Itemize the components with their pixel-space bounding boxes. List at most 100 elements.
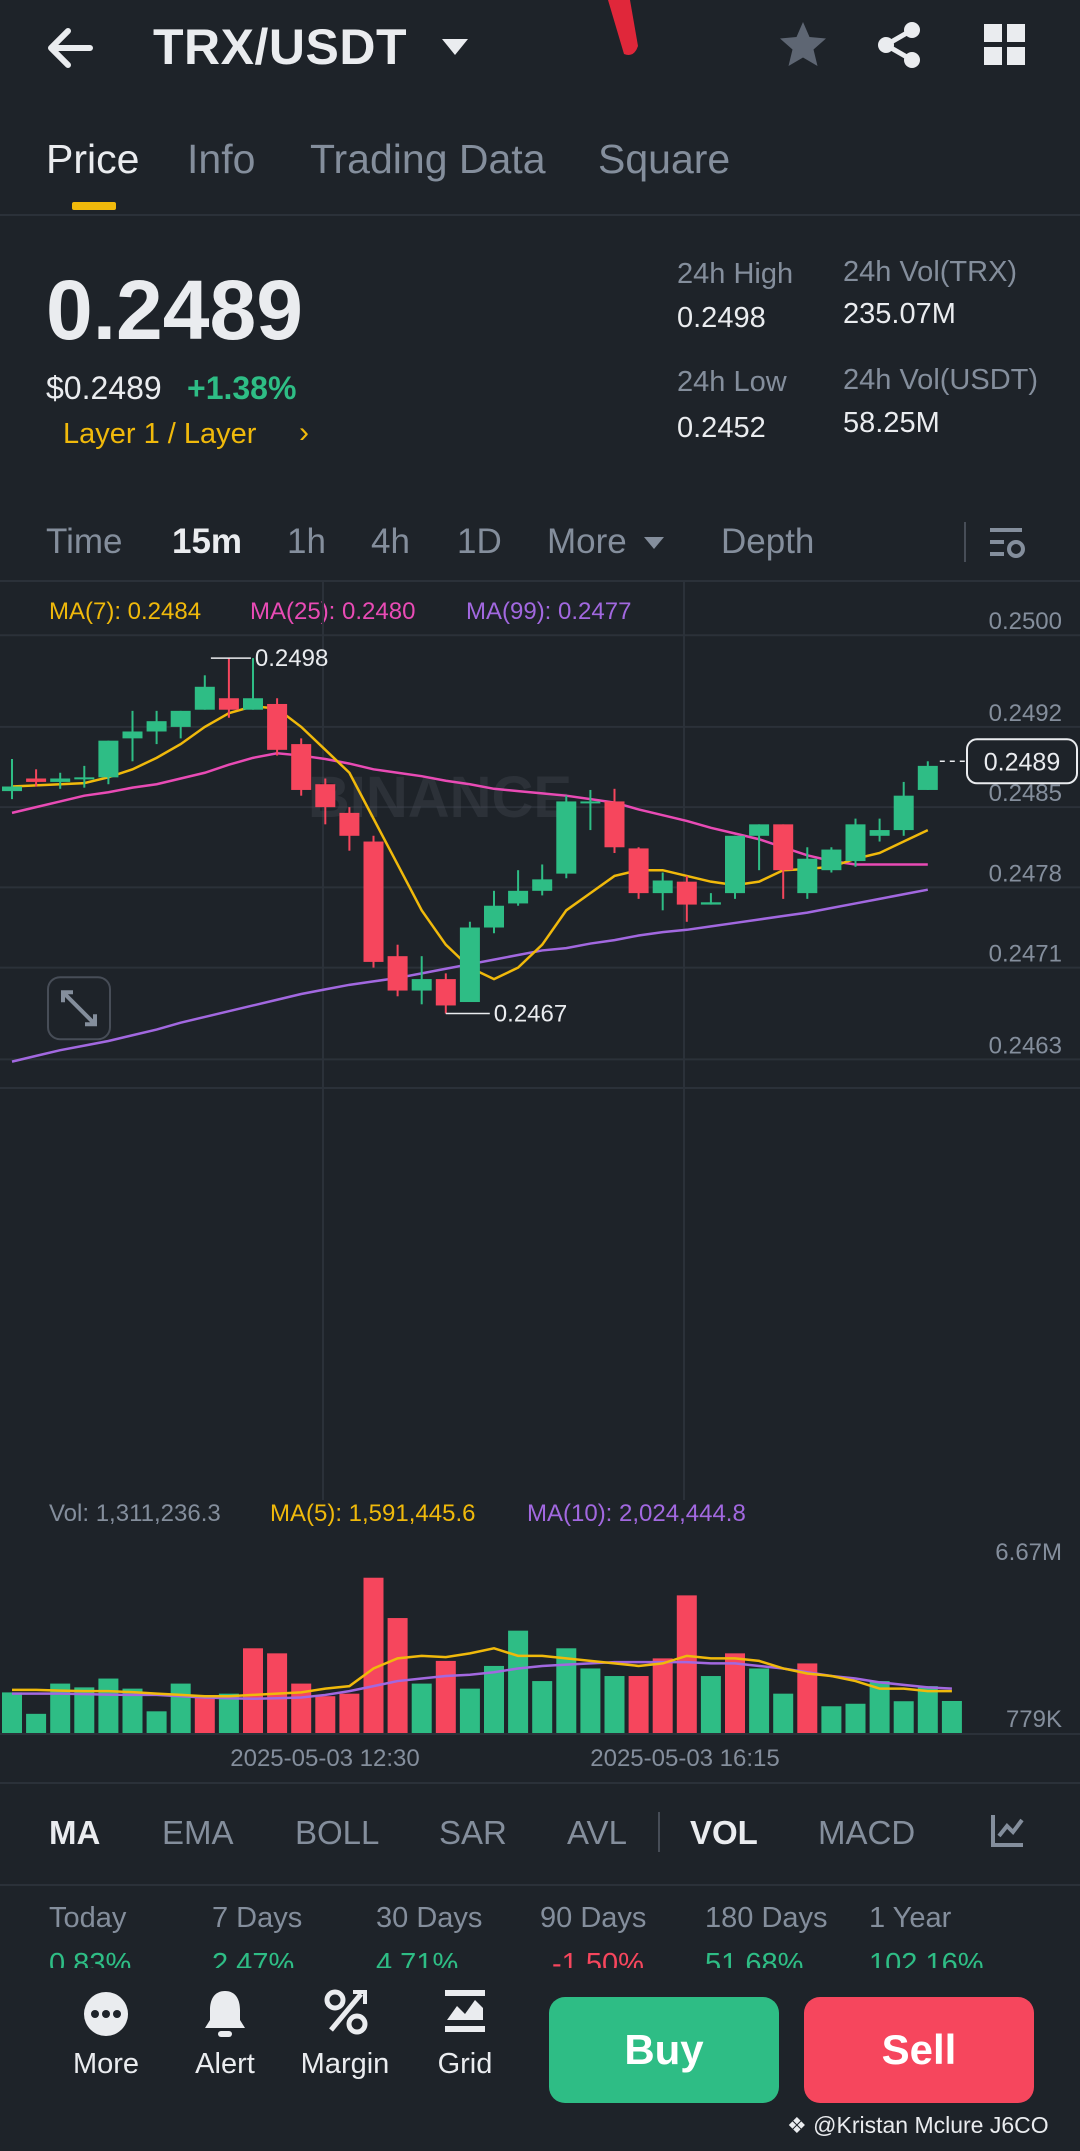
- x-tick-label: 2025-05-03 12:30: [230, 1745, 420, 1772]
- category-tag-link[interactable]: Layer 1 / Layer ›: [63, 416, 333, 458]
- interval-15m[interactable]: 15m: [172, 522, 242, 562]
- favorite-button[interactable]: [776, 18, 830, 72]
- high-value: 0.2498: [677, 302, 766, 334]
- credit-text: ❖ @Kristan Mclure J6CO: [787, 2112, 1049, 2139]
- indicator-vol[interactable]: VOL: [690, 1814, 758, 1852]
- vol-usdt-value: 58.25M: [843, 407, 940, 439]
- indicator-tabs: MA EMA BOLL SAR AVL VOL MACD: [0, 1782, 1080, 1886]
- vol-trx-value: 235.07M: [843, 298, 956, 330]
- interval-more[interactable]: More: [547, 522, 665, 562]
- volume-bar: [749, 1668, 770, 1734]
- grid-label: Grid: [437, 2048, 493, 2080]
- current-price-label: 0.2489: [984, 748, 1060, 776]
- indicator-avl[interactable]: AVL: [567, 1814, 627, 1852]
- grid-icon: [984, 24, 1025, 65]
- candle-body: [26, 778, 47, 782]
- candle-body: [411, 979, 432, 991]
- interval-1d[interactable]: 1D: [457, 522, 502, 562]
- perf-label: 1 Year: [869, 1902, 952, 1934]
- indicator-boll[interactable]: BOLL: [295, 1814, 379, 1852]
- tab-info[interactable]: Info: [187, 136, 255, 183]
- candle-body: [917, 765, 938, 790]
- usd-price: $0.2489: [46, 370, 162, 406]
- price-chart[interactable]: 0.25000.24920.24850.24780.24710.2463BINA…: [0, 580, 1080, 1500]
- interval-4h[interactable]: 4h: [371, 522, 410, 562]
- interval-more-label: More: [547, 522, 627, 561]
- candle-body: [2, 786, 22, 792]
- divider: [658, 1812, 660, 1852]
- candle-body: [74, 777, 95, 780]
- volume-bar: [652, 1658, 673, 1734]
- volume-bar: [773, 1693, 794, 1734]
- volume-bar: [604, 1676, 625, 1734]
- perf-label: 7 Days: [212, 1902, 303, 1934]
- buy-button[interactable]: Buy: [549, 1997, 779, 2103]
- volume-bar: [2, 1692, 22, 1734]
- candle-body: [628, 848, 649, 894]
- tab-square[interactable]: Square: [598, 136, 730, 183]
- pair-dropdown-button[interactable]: [440, 35, 470, 59]
- y-tick-label: 0.2500: [989, 608, 1062, 635]
- candle-body: [773, 824, 794, 871]
- interval-time[interactable]: Time: [46, 522, 122, 562]
- sell-button[interactable]: Sell: [804, 1997, 1034, 2103]
- interval-depth[interactable]: Depth: [721, 522, 814, 562]
- y-tick-label: 0.2471: [989, 941, 1062, 968]
- chevron-right-icon: ›: [299, 416, 309, 449]
- candle-body: [700, 902, 721, 905]
- interval-1h[interactable]: 1h: [287, 522, 326, 562]
- volume-bar: [98, 1678, 119, 1734]
- volume-bar: [532, 1681, 553, 1734]
- more-menu-button[interactable]: [982, 22, 1028, 68]
- volume-label: Vol: 1,311,236.3: [49, 1500, 221, 1527]
- perf-label: Today: [49, 1902, 127, 1934]
- vol-ma5-label: MA(5): 1,591,445.6: [270, 1500, 476, 1527]
- candle-body: [146, 721, 167, 732]
- candle-body: [893, 795, 914, 831]
- candle-body: [218, 698, 239, 710]
- candle-body: [50, 778, 71, 782]
- tab-price[interactable]: Price: [46, 136, 139, 183]
- volume-bar: [194, 1697, 215, 1734]
- credit-label: @Kristan Mclure J6CO: [813, 2112, 1049, 2138]
- candle-body: [267, 703, 288, 750]
- chart-settings-button[interactable]: [988, 524, 1028, 564]
- candle-body: [291, 744, 312, 790]
- candle-body: [725, 835, 745, 894]
- high-label: 24h High: [677, 258, 794, 290]
- perf-label: 30 Days: [376, 1902, 483, 1934]
- share-button[interactable]: [872, 18, 926, 72]
- indicator-ema[interactable]: EMA: [162, 1814, 234, 1852]
- indicator-macd[interactable]: MACD: [818, 1814, 915, 1852]
- category-tag: Layer 1 / Layer: [63, 418, 257, 450]
- indicator-ma[interactable]: MA: [49, 1814, 100, 1852]
- back-button[interactable]: [40, 18, 110, 78]
- tab-trading-data[interactable]: Trading Data: [310, 136, 546, 183]
- grid-bot-icon: [445, 1990, 485, 2032]
- x-tick-label: 2025-05-03 16:15: [590, 1745, 780, 1772]
- header-bar: TRX/USDT: [0, 0, 1080, 100]
- more-label: More: [72, 2048, 140, 2080]
- vol-ma10-label: MA(10): 2,024,444.8: [527, 1500, 746, 1527]
- candle-body: [797, 858, 818, 894]
- volume-bar: [845, 1703, 866, 1734]
- high-marker-label: 0.2498: [255, 645, 328, 672]
- candle-body: [845, 824, 866, 862]
- candle-body: [387, 956, 408, 991]
- candle-body: [122, 731, 143, 739]
- volume-chart[interactable]: 6.67M 779K 2025-05-03 12:30 2025-05-03 16:1…: [0, 1530, 1080, 1780]
- indicator-settings-button[interactable]: [990, 1812, 1026, 1848]
- low-value: 0.2452: [677, 412, 766, 444]
- candle-body: [98, 740, 119, 778]
- price-change: +1.38%: [187, 370, 297, 406]
- candle-body: [821, 849, 842, 871]
- pair-title[interactable]: TRX/USDT: [153, 18, 407, 76]
- fullscreen-icon[interactable]: [47, 976, 111, 1041]
- decorative-swoosh: [606, 0, 640, 56]
- indicator-sar[interactable]: SAR: [439, 1814, 507, 1852]
- active-tab-indicator: [72, 202, 116, 210]
- volume-bar: [725, 1653, 745, 1734]
- candle-body: [243, 698, 263, 710]
- volume-bar: [218, 1693, 239, 1734]
- volume-bar: [917, 1686, 938, 1734]
